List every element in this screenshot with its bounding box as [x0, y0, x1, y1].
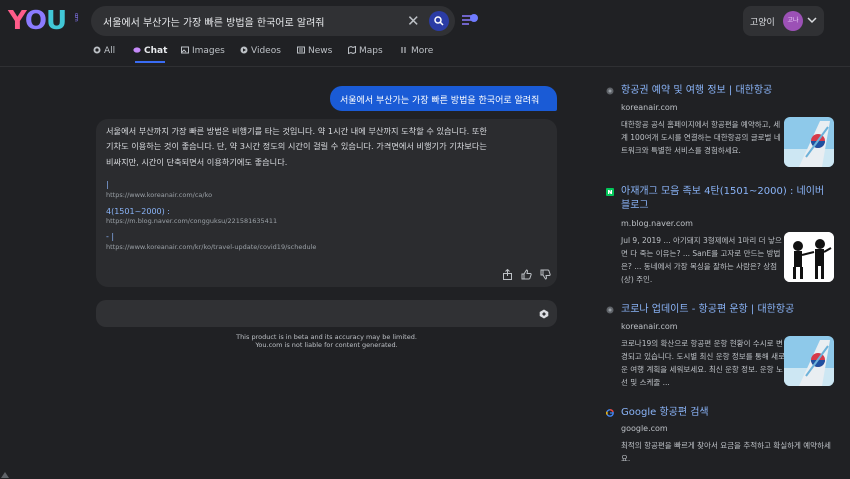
result-domain[interactable]: m.blog.naver.com — [621, 219, 693, 228]
tab-label: All — [104, 46, 116, 56]
search-result: 항공권 예약 및 여행 정보 | 대한항공 koreanair.com 대한항공… — [606, 84, 834, 180]
result-domain[interactable]: koreanair.com — [621, 103, 678, 112]
naver-icon — [606, 188, 614, 196]
disclaimer: This product is in beta and its accuracy… — [96, 333, 557, 349]
result-thumbnail[interactable] — [784, 232, 834, 282]
globe-icon — [606, 87, 614, 95]
source-url[interactable]: https://www.koreanair.com/kr/ko/travel-u… — [106, 243, 316, 251]
result-snippet: Jul 9, 2019 ... 아기돼지 3형제에서 1마리 더 낳으면 다 죽… — [621, 236, 782, 284]
airplane-tail-image — [784, 117, 834, 167]
user-menu[interactable]: 고양이 고나 — [743, 6, 824, 36]
search-bar[interactable]: 서울에서 부산가는 가장 빠른 방법을 한국어로 알려줘 ✕ — [91, 6, 455, 36]
result-title[interactable]: 아재개그 모음 족보 4탄(1501~2000) : 네이버 블로그 — [621, 185, 833, 213]
logo-suffix: com — [73, 13, 79, 21]
result-snippet: 대한항공 공식 홈페이지에서 항공편을 예약하고, 세계 100여개 도시를 연… — [621, 120, 781, 155]
videos-icon — [240, 46, 248, 54]
news-icon — [297, 46, 305, 54]
send-icon[interactable] — [539, 309, 549, 319]
answer-line: 기차도 이용하는 것이 좋습니다. 단, 약 3시간 정도의 시간이 걸릴 수 … — [106, 141, 487, 151]
result-title[interactable]: Google 항공편 검색 — [621, 406, 833, 420]
result-thumbnail[interactable] — [784, 336, 834, 386]
message-actions — [502, 265, 551, 284]
result-snippet: 코로나19의 확산으로 항공편 운항 현황이 수시로 변경되고 있습니다. 도시… — [621, 339, 785, 387]
images-icon — [181, 46, 189, 54]
result-snippet: 최적의 항공편을 빠르게 찾아서 요금을 추적하고 확실하게 예약하세요. — [621, 441, 831, 463]
tab-images[interactable]: Images — [181, 46, 225, 56]
avatar: 고나 — [783, 11, 803, 31]
tab-videos[interactable]: Videos — [240, 46, 281, 56]
you-logo[interactable]: YOU com — [8, 6, 79, 36]
tab-label: More — [411, 46, 434, 56]
search-result: 코로나 업데이트 - 항공편 운항 | 대한항공 koreanair.com 코… — [606, 303, 834, 398]
tab-label: Maps — [359, 46, 383, 56]
result-domain[interactable]: google.com — [621, 424, 668, 433]
tab-more[interactable]: More — [400, 46, 433, 56]
tab-label: Videos — [251, 46, 281, 56]
source-url[interactable]: https://m.blog.naver.com/congguksu/22158… — [106, 217, 277, 225]
search-result: 아재개그 모음 족보 4탄(1501~2000) : 네이버 블로그 m.blo… — [606, 185, 834, 290]
chat-icon — [133, 47, 141, 53]
result-title[interactable]: 코로나 업데이트 - 항공편 운항 | 대한항공 — [621, 303, 833, 317]
user-message-text: 서울에서 부산가는 가장 빠른 방법을 한국어로 알려줘 — [340, 96, 540, 106]
thumbs-up-icon[interactable] — [521, 269, 532, 280]
top-bar: YOU com 서울에서 부산가는 가장 빠른 방법을 한국어로 알려줘 ✕ 고… — [0, 0, 850, 67]
result-thumbnail[interactable] — [784, 117, 834, 167]
tab-label: News — [308, 46, 333, 56]
share-icon[interactable] — [502, 268, 513, 280]
search-input[interactable]: 서울에서 부산가는 가장 빠른 방법을 한국어로 알려줘 — [103, 14, 324, 29]
tab-label: Chat — [144, 46, 168, 56]
user-name: 고양이 — [750, 18, 775, 28]
thumbs-down-icon[interactable] — [540, 269, 551, 280]
source-url[interactable]: https://www.koreanair.com/ca/ko — [106, 191, 212, 199]
disclaimer-line: You.com is not liable for content genera… — [255, 341, 398, 349]
source-link[interactable]: 4(1501~2000) : — [106, 207, 170, 216]
search-icon — [434, 16, 444, 26]
more-icon — [401, 47, 406, 53]
answer-line: 서울에서 부산까지 가장 빠른 방법은 비행기를 타는 것입니다. 약 1시간 … — [106, 126, 487, 136]
search-button[interactable] — [429, 11, 449, 31]
assistant-message-bubble: 서울에서 부산까지 가장 빠른 방법은 비행기를 타는 것입니다. 약 1시간 … — [96, 119, 557, 287]
tab-maps[interactable]: Maps — [348, 46, 383, 56]
clear-icon[interactable]: ✕ — [407, 11, 420, 31]
chat-input[interactable] — [96, 300, 557, 327]
source-link[interactable]: - | — [106, 232, 114, 241]
chat-mode-icon[interactable] — [461, 12, 479, 26]
tab-news[interactable]: News — [297, 46, 332, 56]
tab-label: Images — [192, 46, 225, 56]
result-domain[interactable]: koreanair.com — [621, 322, 678, 331]
user-message-bubble: 서울에서 부산가는 가장 빠른 방법을 한국어로 알려줘 — [330, 86, 557, 111]
maps-icon — [348, 46, 356, 54]
tab-chat[interactable]: Chat — [133, 46, 168, 63]
disclaimer-line: This product is in beta and its accuracy… — [236, 333, 417, 341]
globe-icon — [606, 306, 614, 314]
scroll-arrow-icon[interactable] — [0, 470, 10, 479]
tab-all[interactable]: All — [93, 46, 115, 56]
source-link[interactable]: | — [106, 180, 109, 189]
answer-line: 비싸지만, 시간이 단축되면서 이용하기에도 좋습니다. — [106, 157, 288, 167]
all-icon — [93, 46, 101, 54]
chevron-down-icon — [807, 17, 817, 24]
cartoon-image — [784, 232, 834, 282]
google-icon — [606, 409, 614, 417]
result-title[interactable]: 항공권 예약 및 여행 정보 | 대한항공 — [621, 84, 833, 98]
search-result: Google 항공편 검색 google.com 최적의 항공편을 빠르게 찾아… — [606, 406, 831, 470]
airplane-tail-image — [784, 336, 834, 386]
